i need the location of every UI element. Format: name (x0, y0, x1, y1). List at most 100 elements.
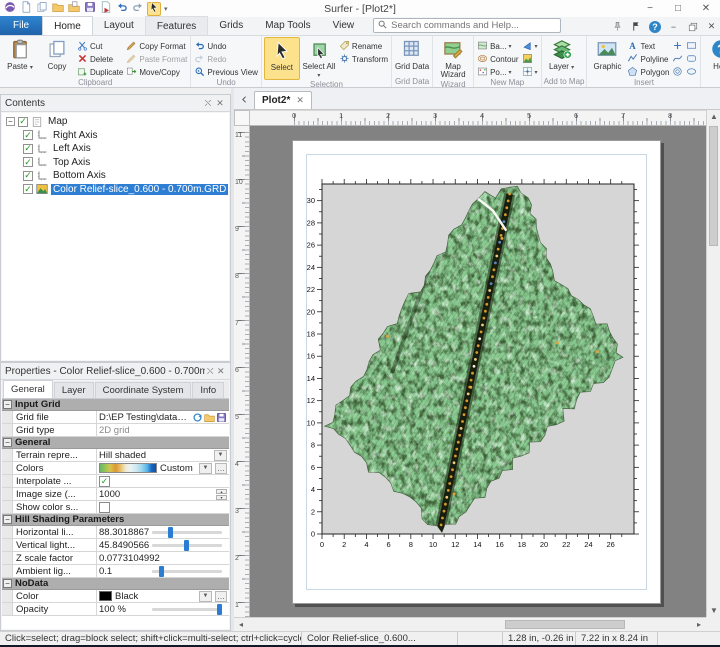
collapse-icon[interactable]: − (3, 400, 12, 409)
child-minimize-icon[interactable]: − (667, 20, 680, 33)
folder-sm-icon[interactable] (204, 412, 215, 423)
copy-button[interactable] (35, 2, 49, 16)
ribbon-button-select[interactable]: Select (264, 37, 300, 80)
dropdown-icon[interactable]: ▼ (199, 591, 212, 602)
flag-icon[interactable] (630, 20, 643, 33)
document-tab-plot2[interactable]: Plot2* ✕ (254, 91, 312, 109)
minimize-button[interactable]: − (636, 0, 664, 17)
ribbon-button-redo[interactable]: Redo (193, 53, 259, 65)
visibility-checkbox[interactable]: ✓ (23, 184, 33, 194)
horizontal-scroll-thumb[interactable] (505, 620, 625, 629)
open-button[interactable] (51, 2, 65, 16)
maximize-button[interactable]: □ (664, 0, 692, 17)
ribbon-button-circles[interactable] (671, 66, 684, 78)
ribbon-button-copy[interactable]: Copy (39, 37, 75, 78)
property-row-terrain-repre[interactable]: Terrain repre...Hill shaded▼ (2, 449, 229, 462)
ribbon-button-text[interactable]: AText (626, 40, 670, 52)
property-checkbox[interactable]: ✓ (99, 476, 110, 487)
property-row-interpolate[interactable]: Interpolate ...✓ (2, 475, 229, 488)
scroll-up-icon[interactable]: ▲ (707, 110, 720, 123)
more-button[interactable]: … (215, 463, 227, 474)
ribbon-button-spline[interactable] (671, 53, 684, 65)
tab-features[interactable]: Features (145, 16, 208, 35)
child-restore-icon[interactable] (686, 20, 699, 33)
property-row-opacity[interactable]: Opacity100 % (2, 603, 229, 616)
tab-home[interactable]: Home (42, 16, 93, 35)
ribbon-button-copy-format[interactable]: Copy Format (125, 40, 188, 52)
properties-tab-layer[interactable]: Layer (54, 382, 94, 398)
scroll-right-icon[interactable]: ▸ (692, 618, 706, 631)
tree-item-left-axis[interactable]: ✓Left Axis (2, 142, 229, 156)
ribbon-button-move-copy[interactable]: Move/Copy (125, 66, 188, 78)
slider-thumb[interactable] (168, 527, 173, 538)
save-button[interactable] (83, 2, 97, 16)
ribbon-button-transform[interactable]: Transform (338, 53, 389, 65)
ribbon-button-rename[interactable]: Rename (338, 40, 389, 52)
search-box[interactable] (373, 18, 561, 33)
property-row-grid-file[interactable]: Grid fileD:\EP Testing\datasets\for GBJ … (2, 411, 229, 424)
new-button[interactable] (19, 2, 33, 16)
property-row-vertical-light[interactable]: Vertical light...45.8490566 (2, 539, 229, 552)
vertical-scrollbar[interactable]: ▲ ▼ (706, 110, 720, 617)
visibility-checkbox[interactable]: ✓ (23, 144, 33, 154)
dropdown-icon[interactable]: ▼ (214, 450, 227, 461)
ribbon-button-ba[interactable]: Ba...▾ (476, 40, 519, 52)
ribbon-button-ellipse[interactable] (685, 66, 698, 78)
tree-item-color-relief-slice-0-600-0-700m-grd[interactable]: ✓Color Relief-slice_0.600 - 0.700m.GRD (2, 183, 229, 197)
ribbon-button-delete[interactable]: Delete (76, 53, 124, 65)
ribbon-button-undo[interactable]: Undo (193, 40, 259, 52)
search-input[interactable] (391, 20, 556, 31)
properties-tab-general[interactable]: General (3, 380, 53, 398)
import-button[interactable] (67, 2, 81, 16)
select-button[interactable] (147, 2, 161, 16)
scroll-left-icon[interactable]: ◂ (234, 618, 248, 631)
ribbon-button-gridnode[interactable]: ▾ (521, 66, 539, 78)
ribbon-button-layer[interactable]: Layer ▾ (544, 37, 580, 77)
ribbon-button-grid-data[interactable]: Grid Data (394, 37, 430, 77)
tab-grids[interactable]: Grids (208, 16, 254, 35)
tab-view[interactable]: View (322, 16, 366, 35)
property-row-show-color-s[interactable]: Show color s... (2, 501, 229, 514)
close-button[interactable]: ✕ (692, 0, 720, 17)
ribbon-button-duplicate[interactable]: Duplicate (76, 66, 124, 78)
help-icon[interactable]: ? (649, 21, 661, 33)
ribbon-button-po[interactable]: Po...▾ (476, 66, 519, 78)
surfer-menu-button[interactable] (3, 2, 17, 16)
ribbon-button-paste[interactable]: Paste ▾ (2, 37, 38, 78)
ribbon-button-help[interactable]: ?Help (703, 37, 720, 80)
property-row-z-scale-factor[interactable]: Z scale factor0.0773104992 (2, 552, 229, 565)
ribbon-button-previous-view[interactable]: Previous View (193, 66, 259, 78)
ribbon-button-contour[interactable]: Contour (476, 53, 519, 65)
pin-icon[interactable] (611, 20, 624, 33)
property-checkbox[interactable] (99, 502, 110, 513)
plot-page[interactable]: 0246810121416182022242602468101214161820… (292, 140, 661, 604)
color-swatch[interactable] (99, 591, 112, 601)
properties-tab-info[interactable]: Info (192, 382, 224, 398)
horizontal-scrollbar[interactable]: ◂ ▸ (234, 617, 706, 631)
ribbon-button-polygon[interactable]: Polygon (626, 66, 670, 78)
collapse-icon[interactable]: − (3, 515, 12, 524)
pin-icon[interactable]: ⛌ (205, 365, 216, 377)
dropdown-icon[interactable]: ▼ (199, 463, 212, 474)
collapse-icon[interactable]: − (6, 117, 15, 126)
collapse-icon[interactable]: − (3, 579, 12, 588)
qat-customize-icon[interactable]: ▾ (164, 5, 168, 13)
ribbon-button-paste-format[interactable]: Paste Format (125, 53, 188, 65)
slider-thumb[interactable] (159, 566, 164, 577)
property-row-grid-type[interactable]: Grid type2D grid (2, 424, 229, 437)
tab-layout[interactable]: Layout (93, 16, 145, 35)
child-close-icon[interactable]: ✕ (705, 20, 718, 33)
property-row-colors[interactable]: ColorsCustom▼… (2, 462, 229, 475)
more-button[interactable]: … (215, 591, 227, 602)
tree-item-bottom-axis[interactable]: ✓Bottom Axis (2, 169, 229, 183)
visibility-checkbox[interactable]: ✓ (23, 171, 33, 181)
visibility-checkbox[interactable]: ✓ (18, 117, 28, 127)
chevron-left-icon[interactable] (236, 91, 252, 107)
close-icon[interactable]: ✕ (296, 95, 304, 106)
undo-button[interactable] (115, 2, 129, 16)
property-row-horizontal-li[interactable]: Horizontal li...88.30188679 (2, 526, 229, 539)
property-row-color[interactable]: ColorBlack▼… (2, 590, 229, 603)
tab-map-tools[interactable]: Map Tools (254, 16, 321, 35)
ribbon-button-plus[interactable] (671, 40, 684, 52)
colormap-swatch[interactable] (99, 463, 157, 473)
